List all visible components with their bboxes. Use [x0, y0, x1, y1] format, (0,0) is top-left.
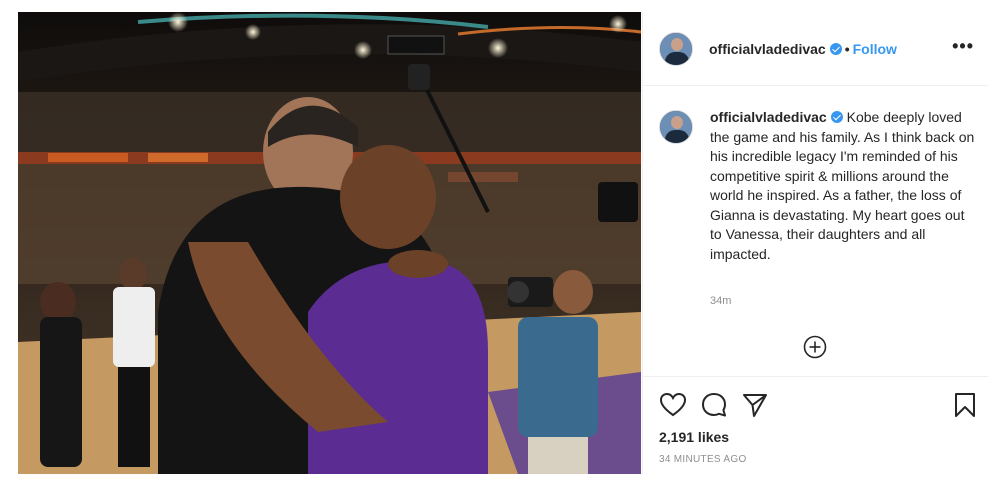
plus-circle-icon[interactable] [803, 335, 827, 359]
like-count[interactable]: 2,191 likes [659, 429, 729, 445]
bookmark-icon[interactable] [951, 391, 979, 419]
caption-username[interactable]: officialvladedivac [710, 109, 827, 125]
caption-timestamp[interactable]: 34m [710, 295, 731, 307]
photo-illustration [18, 12, 641, 474]
header-username-text[interactable]: officialvladedivac [709, 41, 826, 57]
caption-avatar[interactable] [659, 110, 693, 144]
paper-plane-icon[interactable] [741, 391, 769, 419]
user-avatar[interactable] [659, 32, 693, 66]
action-bar: 2,191 likes 34 MINUTES AGO [643, 376, 988, 474]
post-age[interactable]: 34 MINUTES AGO [659, 454, 747, 465]
caption-body: Kobe deeply loved the game and his famil… [710, 109, 975, 262]
more-options-icon[interactable]: ••• [952, 36, 974, 57]
heart-icon[interactable] [659, 391, 687, 419]
header-username[interactable]: officialvladedivac • Follow [709, 41, 897, 57]
follow-button[interactable]: Follow [853, 41, 897, 57]
caption-verified-badge-icon [830, 111, 843, 123]
comment-icon[interactable] [700, 391, 728, 419]
post-photo[interactable] [18, 12, 641, 474]
verified-badge-icon [829, 43, 842, 55]
caption-text: officialvladedivac Kobe deeply loved the… [710, 108, 980, 264]
instagram-post-window: officialvladedivac • Follow ••• officialvl… [0, 0, 1000, 490]
post-header: officialvladedivac • Follow ••• [643, 12, 988, 86]
post-sidebar: officialvladedivac • Follow ••• officialvl… [642, 12, 988, 474]
separator-dot: • [844, 41, 850, 57]
